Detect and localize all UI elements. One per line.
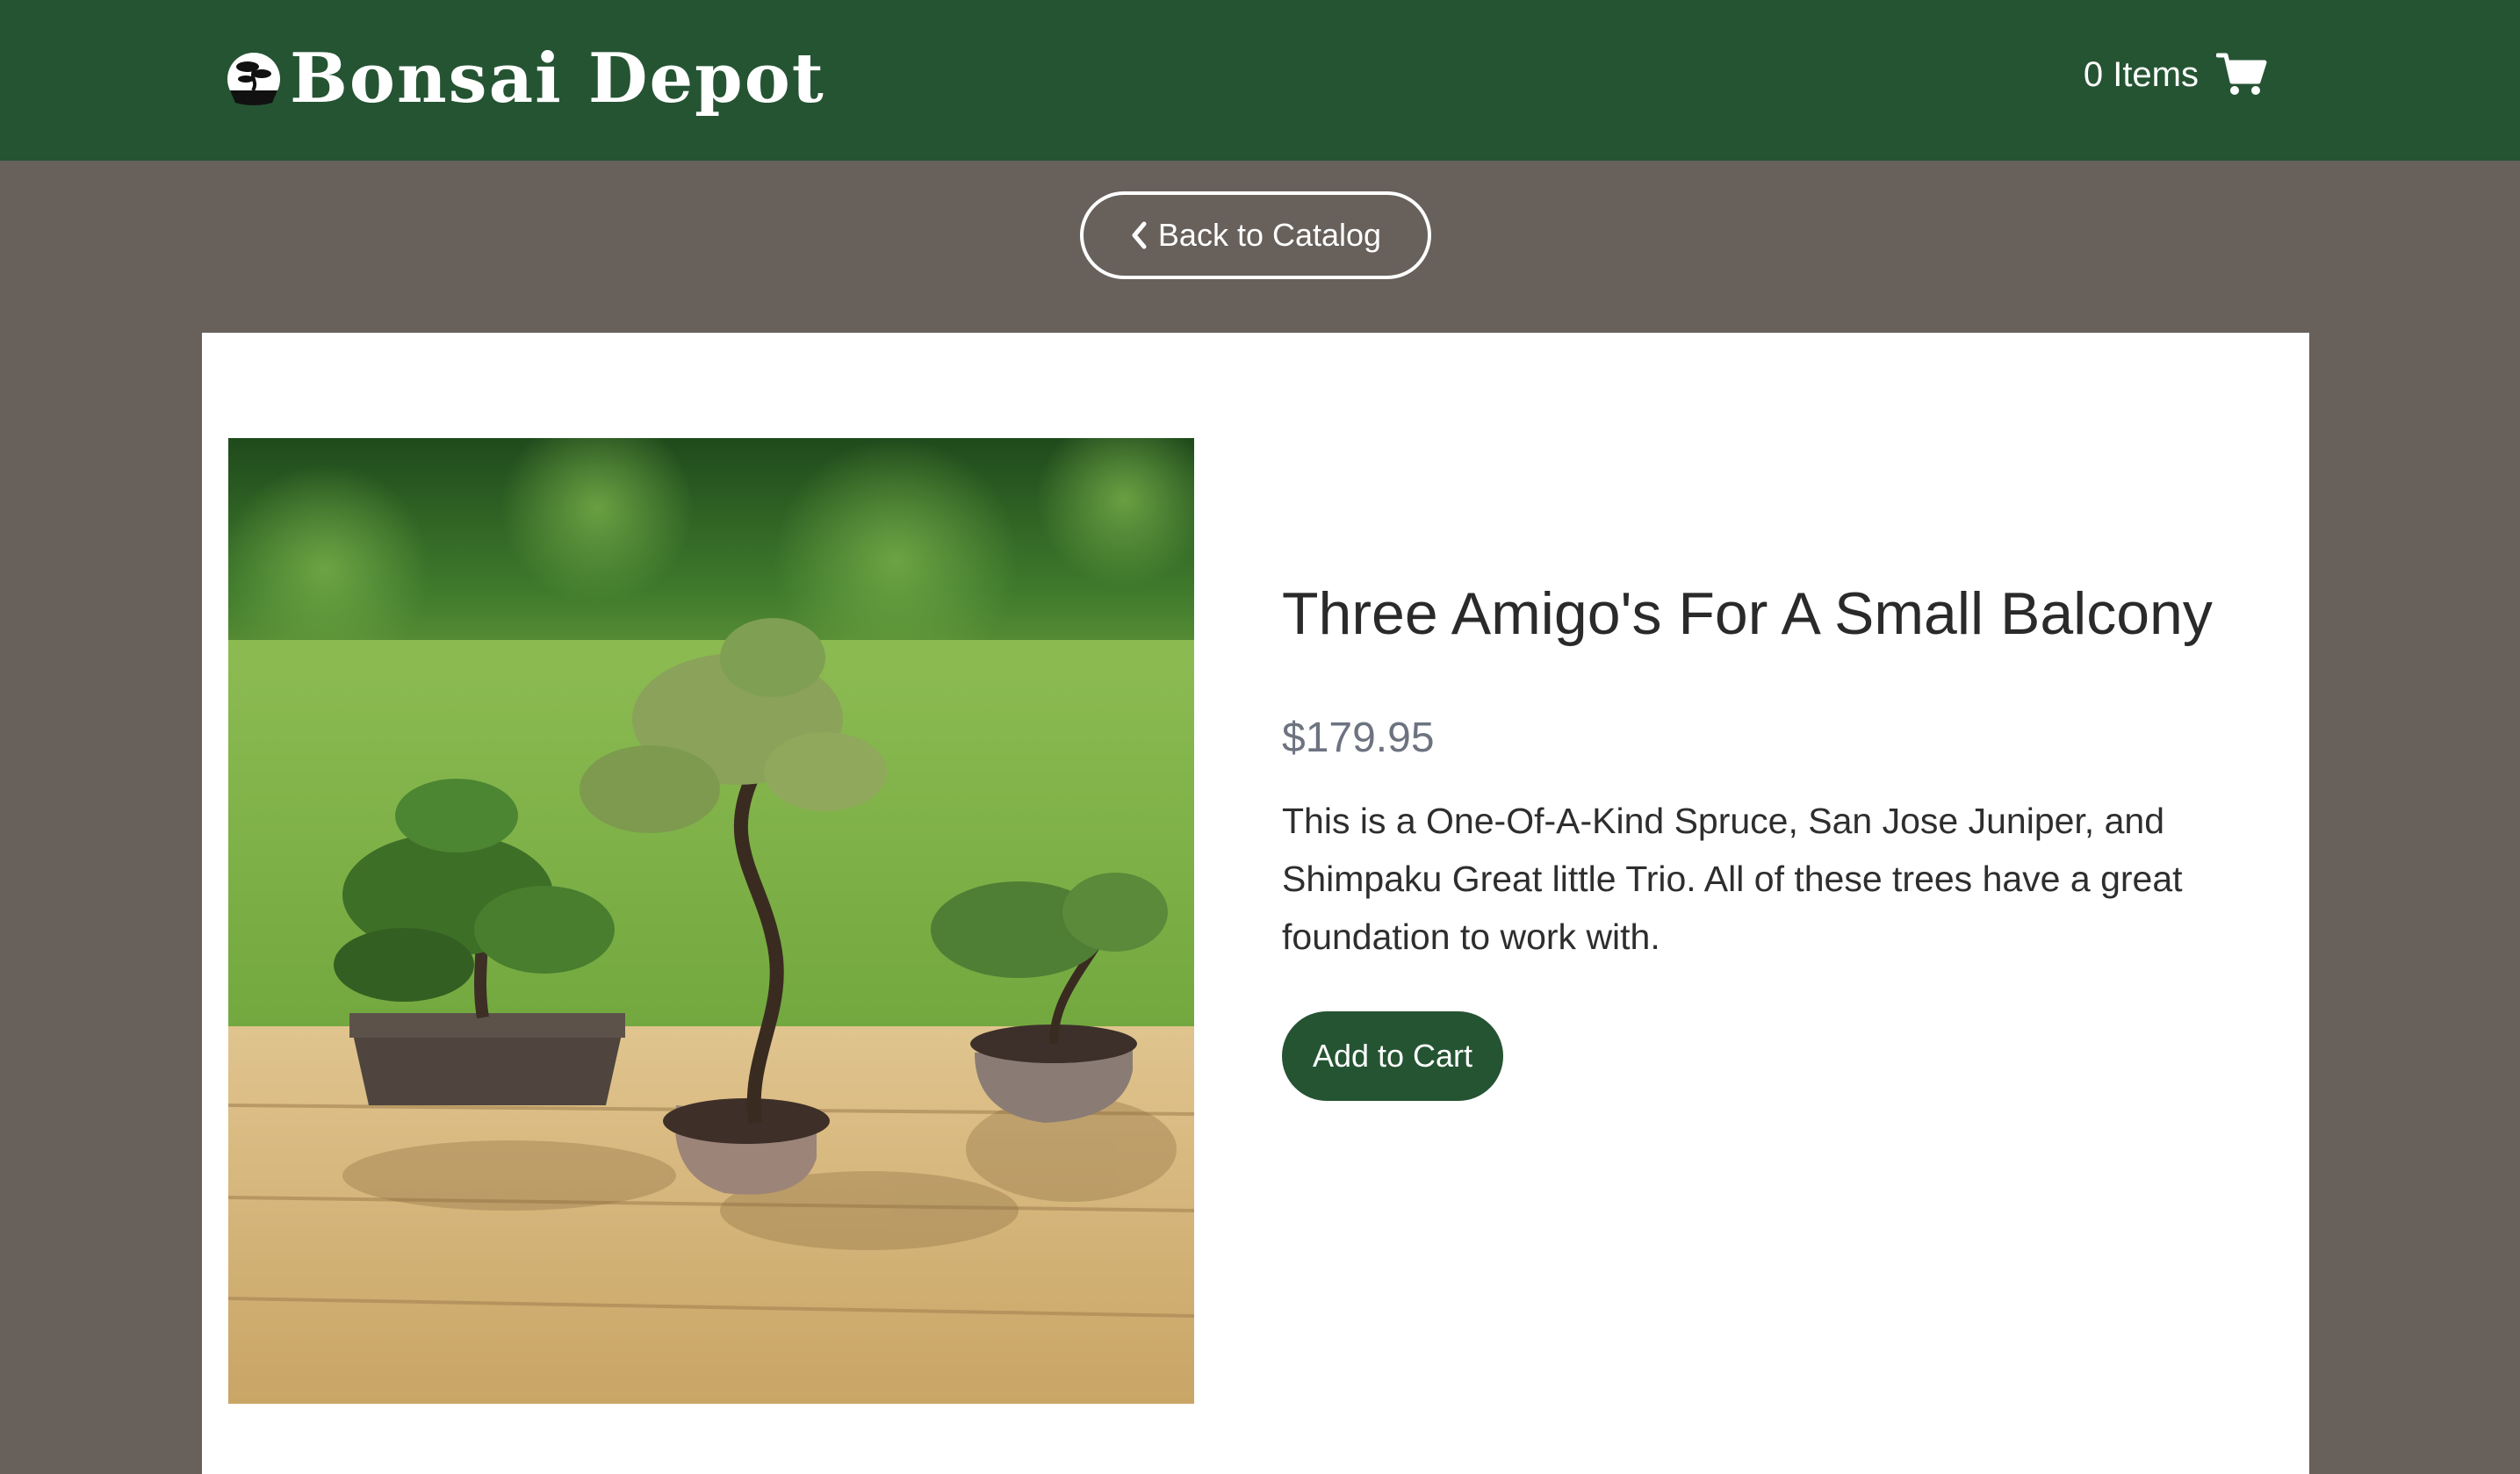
back-to-catalog-button[interactable]: Back to Catalog [1080,191,1431,279]
brand-link[interactable]: Bonsai Depot [227,35,825,123]
product-price: $179.95 [1282,714,1435,761]
product-details: Three Amigo's For A Small Balcony $179.9… [1282,579,2283,1101]
product-image [228,438,1194,1404]
brand-name: Bonsai Depot [290,39,825,119]
product-title: Three Amigo's For A Small Balcony [1282,580,2213,647]
chevron-left-icon [1132,221,1147,249]
bonsai-tree-icon [227,53,280,105]
cart-link[interactable]: 0 Items [2084,46,2267,104]
cart-count: 0 Items [2083,54,2199,94]
back-to-catalog-label: Back to Catalog [1157,217,1382,253]
add-to-cart-button[interactable]: Add to Cart [1282,1010,1503,1101]
site-header: Bonsai Depot 0 Items [0,0,2520,161]
shopping-cart-icon [2216,53,2267,95]
product-card: Three Amigo's For A Small Balcony $179.9… [202,333,2309,1474]
product-description: This is a One-Of-A-Kind Spruce, San Jose… [1282,800,2183,957]
